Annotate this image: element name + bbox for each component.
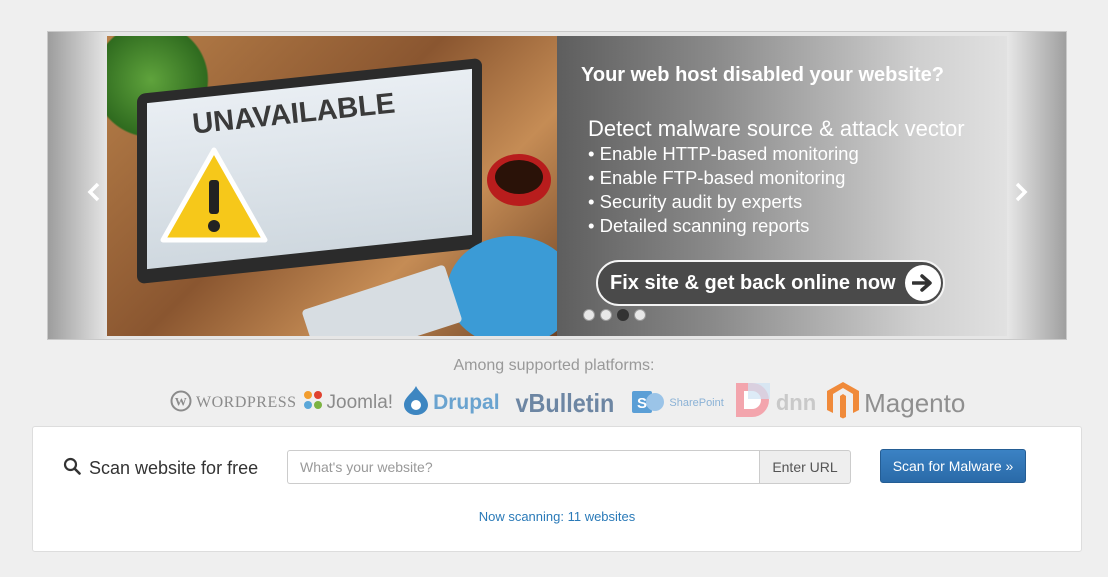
carousel-next-button[interactable] bbox=[1011, 182, 1031, 206]
joomla-icon bbox=[303, 390, 323, 416]
carousel-dot[interactable] bbox=[634, 309, 646, 321]
magento-logo: Magento bbox=[826, 381, 965, 426]
hero-carousel: UNAVAILABLE Your web host disabled your … bbox=[47, 31, 1067, 340]
feature-list: Enable HTTP-based monitoring Enable FTP-… bbox=[588, 142, 859, 238]
carousel-dot-active[interactable] bbox=[617, 309, 629, 321]
carousel-slide[interactable]: UNAVAILABLE Your web host disabled your … bbox=[107, 36, 1007, 336]
joomla-logo-text: Joomla! bbox=[326, 392, 394, 413]
svg-text:W: W bbox=[175, 394, 188, 408]
slide-text-panel: Your web host disabled your website? Det… bbox=[557, 36, 1007, 336]
enter-url-addon: Enter URL bbox=[759, 450, 851, 484]
sharepoint-logo: S SharePoint bbox=[631, 385, 724, 422]
carousel-dot[interactable] bbox=[583, 309, 595, 321]
wordpress-logo-text: WORDPRESS bbox=[196, 394, 297, 411]
sharepoint-logo-text: SharePoint bbox=[669, 397, 724, 409]
scan-panel: Scan website for free Enter URL Scan for… bbox=[32, 426, 1082, 552]
slide-photo: UNAVAILABLE bbox=[107, 36, 557, 336]
fix-site-button-label: Fix site & get back online now bbox=[610, 271, 896, 294]
website-url-input[interactable] bbox=[287, 450, 759, 484]
carousel-dot[interactable] bbox=[600, 309, 612, 321]
carousel-prev-button[interactable] bbox=[84, 182, 104, 206]
chevron-right-icon bbox=[1014, 182, 1028, 207]
dnn-logo-text: dnn bbox=[775, 390, 817, 415]
scan-label-text: Scan website for free bbox=[89, 458, 259, 478]
wordpress-logo: W WORDPRESS bbox=[170, 390, 297, 417]
arrow-right-icon bbox=[905, 265, 941, 301]
feature-item: Enable FTP-based monitoring bbox=[588, 166, 859, 190]
vbulletin-logo: vBulletin bbox=[515, 388, 614, 419]
chevron-left-icon bbox=[87, 182, 101, 207]
svg-text:S: S bbox=[637, 395, 647, 412]
drupal-logo-text: Drupal bbox=[433, 391, 500, 414]
sharepoint-icon: S bbox=[631, 385, 665, 422]
drupal-icon bbox=[403, 385, 429, 421]
wordpress-icon: W bbox=[170, 390, 192, 417]
coffee-cup-image bbox=[487, 154, 551, 206]
feature-item: Security audit by experts bbox=[588, 190, 859, 214]
search-icon bbox=[63, 457, 81, 480]
fix-site-button[interactable]: Fix site & get back online now bbox=[596, 260, 945, 306]
feature-item: Detailed scanning reports bbox=[588, 214, 859, 238]
warning-icon bbox=[159, 146, 269, 251]
joomla-logo: Joomla! bbox=[303, 390, 394, 416]
now-scanning-status: Now scanning: 11 websites bbox=[478, 509, 636, 524]
slide-title: Your web host disabled your website? bbox=[581, 64, 945, 86]
platform-logos: W WORDPRESS Joomla! Drupal vBulletin S S… bbox=[170, 381, 965, 425]
drupal-logo: Drupal bbox=[403, 385, 500, 421]
keyboard-image bbox=[301, 264, 463, 336]
platforms-title: Among supported platforms: bbox=[453, 357, 655, 374]
feature-item: Enable HTTP-based monitoring bbox=[588, 142, 859, 166]
slide-heading: Detect malware source & attack vector bbox=[588, 116, 965, 141]
mousepad-image bbox=[447, 236, 557, 336]
dnn-logo: dnn bbox=[734, 381, 816, 425]
carousel-indicators bbox=[583, 309, 646, 321]
magento-icon bbox=[826, 381, 860, 426]
dnn-icon bbox=[734, 381, 772, 425]
scan-label: Scan website for free bbox=[63, 457, 258, 480]
vbulletin-logo-text: vBulletin bbox=[515, 387, 614, 418]
scan-for-malware-button[interactable]: Scan for Malware » bbox=[880, 449, 1026, 483]
magento-logo-text: Magento bbox=[864, 387, 966, 418]
